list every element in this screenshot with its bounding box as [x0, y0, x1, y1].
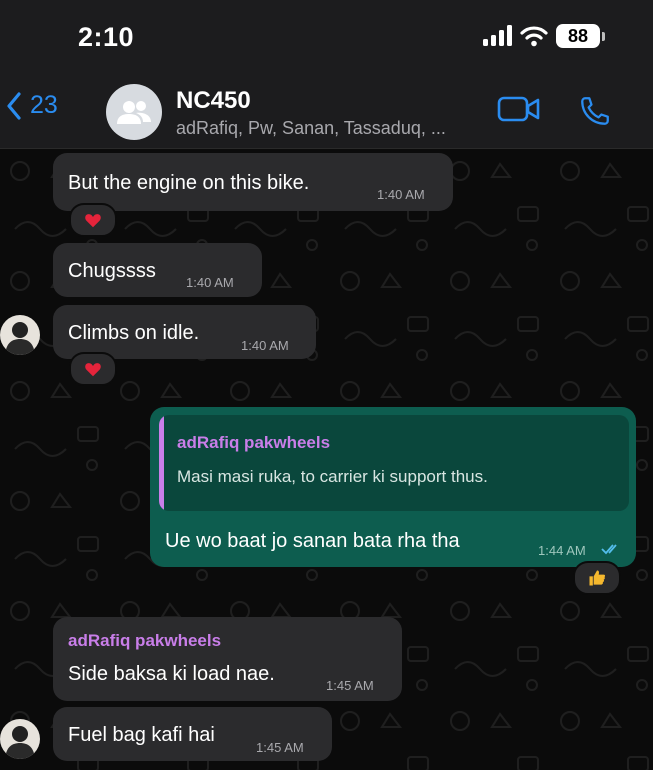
clock: 2:10 — [78, 22, 135, 52]
message-bubble[interactable]: Chugssss 1:40 AM — [53, 243, 262, 297]
chat-area[interactable]: But the engine on this bike. 1:40 AM Chu… — [0, 149, 653, 770]
avatar[interactable] — [0, 719, 40, 759]
message-time: 1:40 AM — [186, 275, 234, 290]
outgoing-message-bubble[interactable]: adRafiq pakwheels Masi masi ruka, to car… — [150, 407, 636, 567]
chat-header: 23 NC450 adRafiq, Pw, Sanan, Tassaduq, .… — [0, 78, 653, 149]
heart-icon — [85, 214, 101, 228]
message-time: 1:44 AM — [538, 543, 586, 558]
message-bubble[interactable]: adRafiq pakwheels Side baksa ki load nae… — [53, 617, 402, 701]
group-icon — [117, 101, 151, 124]
double-check-icon — [601, 544, 617, 555]
video-call-button[interactable] — [497, 95, 541, 128]
unread-count: 23 — [30, 91, 58, 119]
message-text: But the engine on this bike. — [68, 172, 310, 194]
quote-text: Masi masi ruka, to carrier ki support th… — [177, 467, 488, 486]
person-photo-icon — [5, 322, 35, 355]
back-button[interactable]: 23 — [6, 91, 58, 120]
status-icons: 88 — [482, 24, 605, 48]
group-name[interactable]: NC450 — [176, 87, 251, 115]
message-time: 1:40 AM — [241, 338, 289, 353]
message-text: Chugssss — [68, 260, 156, 282]
message-text: Side baksa ki load nae. — [68, 663, 275, 685]
message-bubble[interactable]: But the engine on this bike. 1:40 AM — [53, 153, 453, 211]
battery-icon — [602, 31, 605, 41]
sender-name: adRafiq pakwheels — [68, 631, 222, 650]
heart-icon — [85, 363, 101, 377]
message-bubble[interactable]: Fuel bag kafi hai 1:45 AM — [53, 707, 332, 761]
group-avatar[interactable] — [106, 84, 162, 140]
avatar[interactable] — [0, 315, 40, 355]
quoted-message[interactable]: adRafiq pakwheels Masi masi ruka, to car… — [159, 415, 629, 511]
message-bubble[interactable]: Climbs on idle. 1:40 AM — [53, 305, 316, 359]
status-bar: 2:10 88 — [0, 0, 653, 78]
group-members[interactable]: adRafiq, Pw, Sanan, Tassaduq, ... — [176, 118, 446, 139]
message-time: 1:45 AM — [326, 678, 374, 693]
message-text: Fuel bag kafi hai — [68, 724, 215, 746]
signal-icon — [483, 25, 512, 46]
heart-reaction[interactable] — [69, 352, 117, 386]
person-photo-icon — [5, 726, 35, 759]
back-chevron-icon — [7, 91, 21, 120]
message-text: Climbs on idle. — [68, 322, 200, 344]
voice-call-button[interactable] — [578, 94, 612, 133]
message-time: 1:40 AM — [377, 187, 425, 202]
quote-sender: adRafiq pakwheels — [177, 433, 331, 452]
message-time: 1:45 AM — [256, 740, 304, 755]
heart-reaction[interactable] — [69, 203, 117, 237]
wifi-icon — [520, 26, 548, 47]
quote-bar — [159, 415, 164, 511]
phone-icon — [581, 97, 609, 125]
battery-level: 88 — [556, 24, 600, 48]
thumbs-up-reaction[interactable] — [573, 561, 621, 595]
thumbs-up-icon — [589, 570, 606, 586]
message-text: Ue wo baat jo sanan bata rha tha — [165, 530, 460, 552]
video-icon — [497, 96, 540, 122]
